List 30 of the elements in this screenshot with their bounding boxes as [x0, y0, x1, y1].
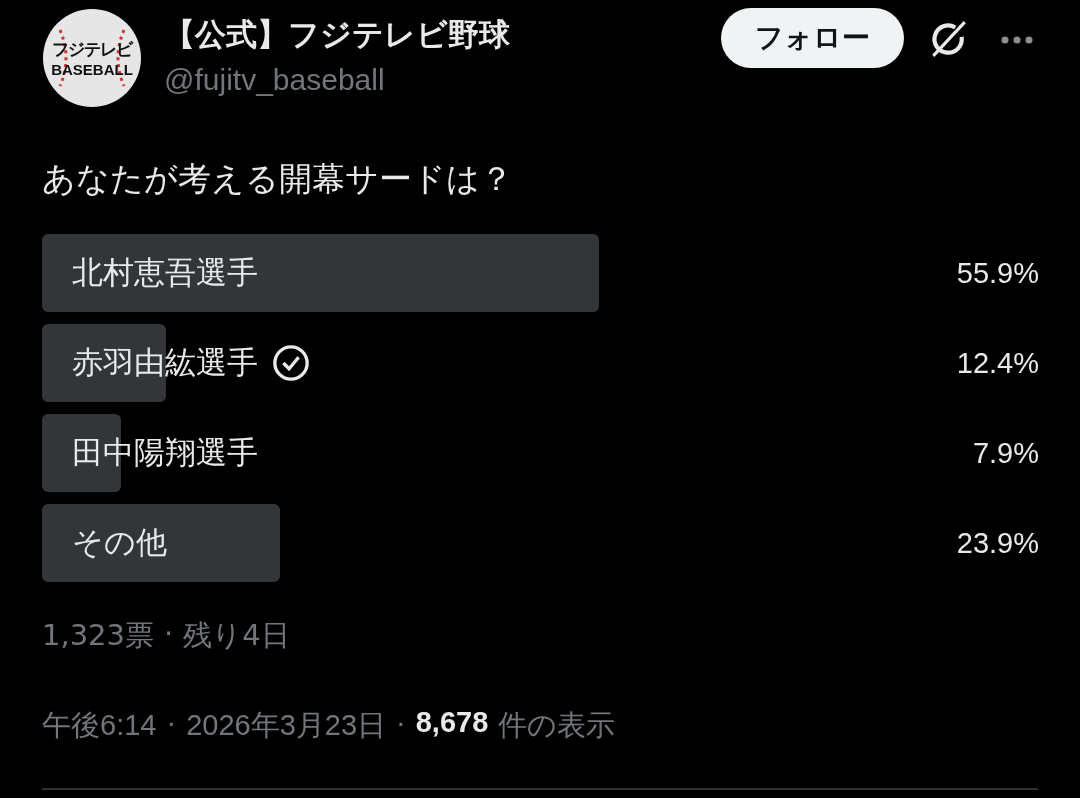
logo-text: フジテレビ: [52, 38, 132, 61]
vote-count: 1,323票: [42, 617, 155, 654]
option-percent: 23.9%: [956, 526, 1039, 560]
post-date[interactable]: 2026年3月23日: [186, 706, 387, 746]
poll-option[interactable]: 赤羽由紘選手 12.4%: [42, 324, 1039, 402]
poll-option[interactable]: 北村恵吾選手 55.9%: [42, 234, 1039, 312]
poll-option[interactable]: その他 23.9%: [42, 504, 1039, 582]
option-label: 赤羽由紘選手: [72, 343, 258, 382]
account-handle[interactable]: @fujitv_baseball: [164, 60, 721, 100]
avatar-logo[interactable]: フジテレビ BASEBALL: [42, 8, 142, 108]
option-label: 北村恵吾選手: [72, 253, 258, 292]
account-name[interactable]: 【公式】フジテレビ野球: [164, 14, 721, 54]
option-label: その他: [72, 523, 167, 562]
post-time[interactable]: 午後6:14: [42, 706, 157, 746]
views-label: 件の表示: [498, 708, 616, 743]
separator-dot: ·: [396, 706, 406, 740]
separator-dot: ·: [166, 706, 177, 740]
time-remaining: 残り4日: [183, 617, 290, 654]
logo-text: BASEBALL: [51, 61, 133, 78]
more-icon[interactable]: [1000, 35, 1034, 45]
option-percent: 55.9%: [956, 256, 1039, 290]
separator-dot: ·: [164, 616, 174, 652]
poll-question: あなたが考える開幕サードは？: [42, 158, 514, 200]
follow-button[interactable]: フォロー: [721, 8, 904, 68]
baseball-icon: [42, 8, 142, 108]
option-percent: 7.9%: [972, 436, 1039, 470]
poll-option[interactable]: 田中陽翔選手 7.9%: [42, 414, 1039, 492]
view-count: 8,678: [415, 706, 489, 740]
option-label: 田中陽翔選手: [72, 433, 258, 472]
option-percent: 12.4%: [956, 346, 1039, 380]
